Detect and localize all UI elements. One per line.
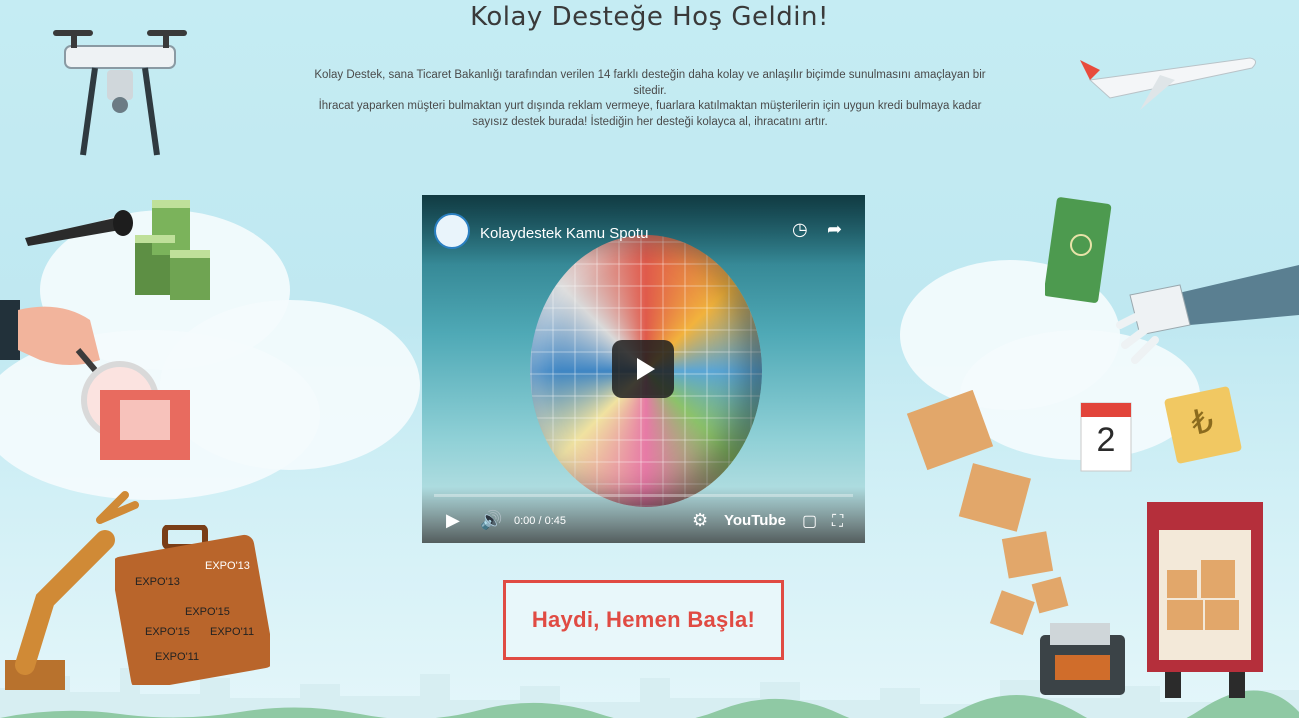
airplane-illustration (1080, 57, 1256, 110)
youtube-logo[interactable]: YouTube (724, 512, 786, 529)
telescope-illustration (25, 210, 133, 246)
magnifier-hand-illustration (0, 300, 190, 460)
channel-logo-icon[interactable] (434, 213, 470, 249)
page-title: Kolay Desteğe Hoş Geldin! (470, 2, 829, 32)
intro-text: Kolay Destek, sana Ticaret Bakanlığı tar… (310, 68, 990, 130)
machine-illustration (1040, 623, 1125, 695)
intro-paragraph-2: İhracat yaparken müşteri bulmaktan yurt … (318, 100, 982, 128)
calendar-day: 2 (1096, 421, 1116, 459)
passport-illustration (1045, 197, 1112, 303)
robot-hand-illustration (1116, 265, 1299, 364)
clock-icon[interactable]: ◷ (792, 219, 808, 240)
expo-tag-2: EXPO'13 (205, 560, 250, 572)
suitcase-illustration: EXPO'13 EXPO'13 EXPO'15 EXPO'11 EXPO'15 … (115, 525, 270, 685)
cast-icon[interactable]: ▢ (802, 511, 817, 531)
drone-illustration (53, 30, 187, 156)
play-icon[interactable]: ▶ (446, 510, 460, 531)
lira-symbol: ₺ (1187, 400, 1218, 444)
calendar-illustration: 2 (1078, 395, 1134, 475)
volume-icon[interactable]: 🔊 (480, 510, 502, 531)
expo-tag-5: EXPO'15 (145, 626, 190, 638)
fullscreen-icon[interactable]: ⛶ (832, 513, 843, 531)
expo-tag-3: EXPO'15 (185, 606, 230, 618)
lira-card-illustration: ₺ (1163, 385, 1243, 465)
play-button[interactable] (612, 340, 674, 398)
expo-tag-6: EXPO'11 (155, 651, 199, 663)
boxes-illustration (906, 390, 1069, 636)
settings-icon[interactable]: ⚙ (692, 510, 708, 531)
video-player[interactable]: Kolaydestek Kamu Spotu ◷ ➦ ▶ 🔊 0:00 / 0:… (422, 195, 865, 543)
share-icon[interactable]: ➦ (827, 219, 842, 240)
expo-tag-4: EXPO'11 (210, 626, 254, 638)
intro-paragraph-1: Kolay Destek, sana Ticaret Bakanlığı tar… (314, 69, 986, 97)
expo-tag-1: EXPO'13 (135, 576, 180, 588)
video-title[interactable]: Kolaydestek Kamu Spotu (480, 225, 648, 242)
video-progress-bar[interactable] (434, 494, 853, 497)
truck-illustration (1147, 502, 1263, 698)
money-stack-illustration (135, 200, 210, 300)
start-now-button[interactable]: Haydi, Hemen Başla! (503, 580, 784, 660)
video-time: 0:00 / 0:45 (514, 515, 566, 527)
